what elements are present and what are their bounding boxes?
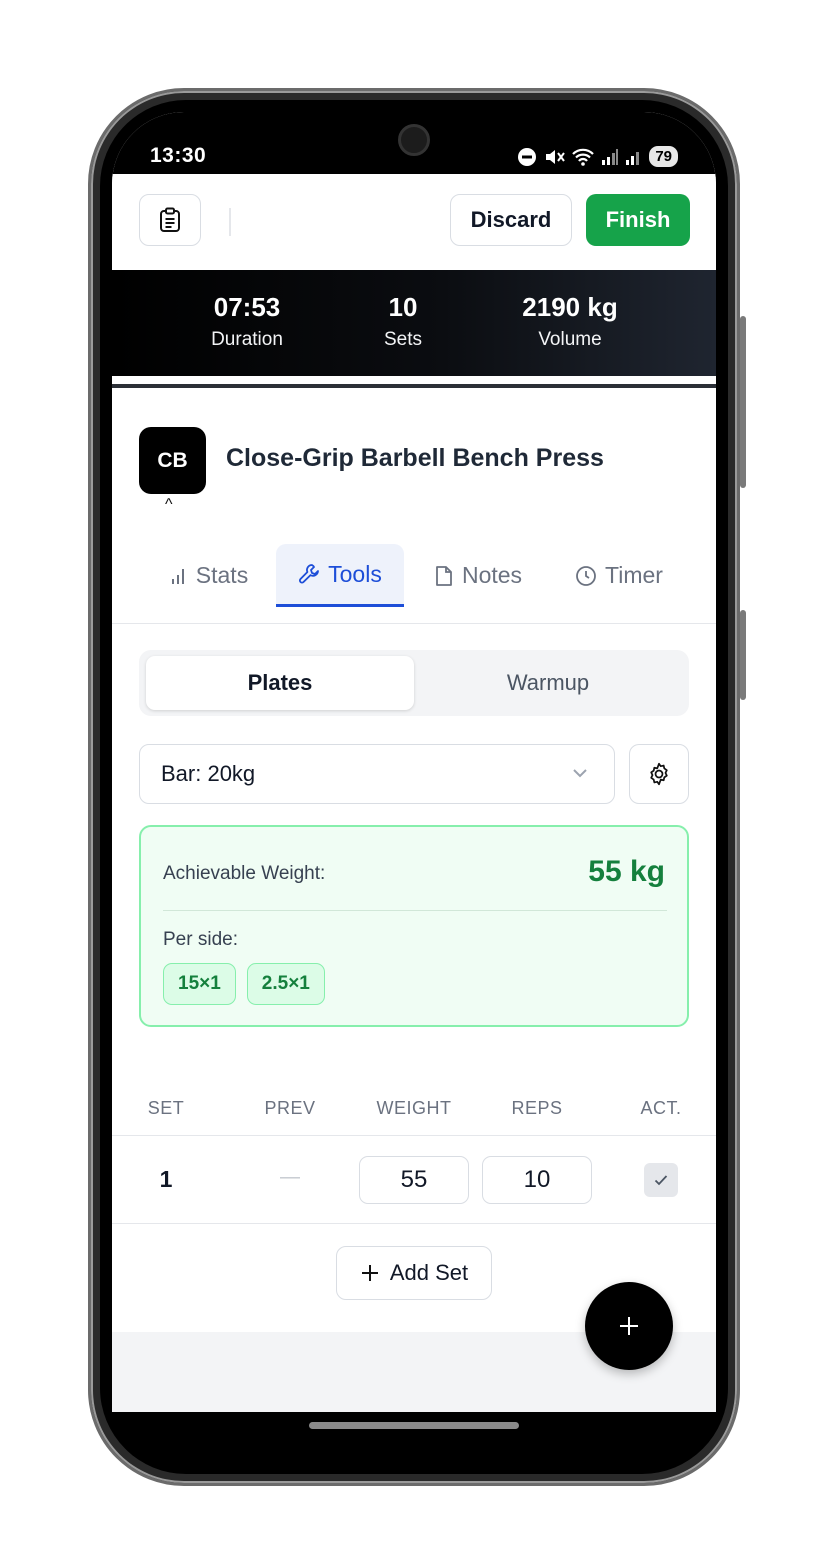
sets-table-header: SET PREV WEIGHT REPS ACT. xyxy=(112,1088,716,1136)
volume-button xyxy=(740,316,746,488)
plate-chip: 15×1 xyxy=(163,963,236,1005)
status-time: 13:30 xyxy=(150,144,207,167)
result-divider xyxy=(163,910,667,911)
file-icon xyxy=(436,565,452,586)
bar-weight-value: Bar: 20kg xyxy=(161,761,256,786)
add-exercise-fab[interactable] xyxy=(585,1282,673,1370)
exercise-tabs: Stats Tools Notes Timer xyxy=(112,544,716,624)
tab-notes-label: Notes xyxy=(461,562,523,588)
chevron-down-icon xyxy=(573,769,587,778)
previous-value: — xyxy=(280,1166,300,1188)
discard-button[interactable]: Discard xyxy=(450,194,572,246)
tab-tools-label: Tools xyxy=(328,560,382,587)
tab-notes[interactable]: Notes xyxy=(424,544,532,607)
wrench-icon xyxy=(299,564,320,584)
achievable-weight-value: 55 kg xyxy=(588,855,665,888)
mute-icon xyxy=(546,149,566,164)
volume-label: Volume xyxy=(538,329,602,350)
status-icons: 79 xyxy=(517,146,678,167)
segment-plates[interactable]: Plates xyxy=(146,656,414,710)
tab-timer-label: Timer xyxy=(605,562,663,588)
collapse-chevron-icon[interactable]: ^ xyxy=(165,496,173,514)
power-button xyxy=(740,610,746,700)
duration-label: Duration xyxy=(211,329,283,350)
clock-icon xyxy=(576,565,596,586)
exercise-title: Close-Grip Barbell Bench Press xyxy=(226,444,604,472)
duration-value: 07:53 xyxy=(213,292,281,322)
volume-stat: 2190 kg Volume xyxy=(510,292,630,351)
sets-value: 10 xyxy=(388,292,418,322)
tab-stats-label: Stats xyxy=(195,562,249,588)
front-camera xyxy=(398,124,430,156)
segment-warmup[interactable]: Warmup xyxy=(414,656,682,710)
home-indicator[interactable] xyxy=(309,1422,519,1429)
achievable-weight-label: Achievable Weight: xyxy=(163,863,326,884)
sets-label: Sets xyxy=(383,329,423,350)
sets-stat: 10 Sets xyxy=(363,292,443,351)
weight-input[interactable]: 55 xyxy=(359,1156,469,1204)
bar-chart-icon xyxy=(171,568,184,584)
status-bar: 13:30 79 xyxy=(112,112,716,174)
complete-set-checkbox[interactable] xyxy=(644,1163,678,1197)
check-icon xyxy=(654,1175,668,1186)
gear-icon xyxy=(650,762,668,786)
app-screen: 13:30 79 Discard Finish 07:53 Duration 1… xyxy=(112,112,716,1412)
plate-settings-button[interactable] xyxy=(629,744,689,804)
clipboard-icon xyxy=(160,207,180,232)
signal-icon xyxy=(602,148,619,165)
plate-result-card: Achievable Weight: 55 kg Per side: 15×1 … xyxy=(139,825,689,1027)
column-header-weight: WEIGHT xyxy=(376,1098,452,1118)
tab-stats[interactable]: Stats xyxy=(150,544,266,607)
signal-r-icon xyxy=(626,151,640,165)
finish-button[interactable]: Finish xyxy=(586,194,690,246)
plus-icon xyxy=(361,1265,378,1281)
workout-header: Discard Finish xyxy=(112,174,716,270)
add-set-label: Add Set xyxy=(389,1260,469,1285)
header-divider xyxy=(229,208,231,236)
per-side-label: Per side: xyxy=(163,929,238,950)
table-row: 1 — 55 10 xyxy=(112,1136,716,1224)
set-number: 1 xyxy=(159,1166,173,1192)
tools-segmented-control: Plates Warmup xyxy=(139,650,689,716)
plate-chips: 15×1 2.5×1 xyxy=(163,963,325,1005)
workout-summary: 07:53 Duration 10 Sets 2190 kg Volume xyxy=(112,270,716,376)
bar-weight-select[interactable]: Bar: 20kg xyxy=(139,744,615,804)
plate-chip: 2.5×1 xyxy=(246,963,325,1005)
add-set-button[interactable]: Add Set xyxy=(336,1246,492,1300)
wifi-icon xyxy=(572,148,595,166)
summary-divider xyxy=(112,384,716,388)
battery-indicator: 79 xyxy=(649,146,678,167)
exercise-avatar[interactable]: CB xyxy=(139,427,206,494)
plus-icon xyxy=(620,1317,638,1335)
tab-timer[interactable]: Timer xyxy=(564,544,674,607)
column-header-set: SET xyxy=(147,1098,185,1118)
clipboard-button[interactable] xyxy=(139,194,201,246)
column-header-prev: PREV xyxy=(264,1098,316,1118)
duration-stat: 07:53 Duration xyxy=(195,292,299,351)
volume-value: 2190 kg xyxy=(522,292,618,322)
column-header-reps: REPS xyxy=(511,1098,563,1118)
reps-input[interactable]: 10 xyxy=(482,1156,592,1204)
tab-tools[interactable]: Tools xyxy=(276,544,404,607)
dnd-icon xyxy=(518,147,537,166)
column-header-action: ACT. xyxy=(640,1098,682,1118)
